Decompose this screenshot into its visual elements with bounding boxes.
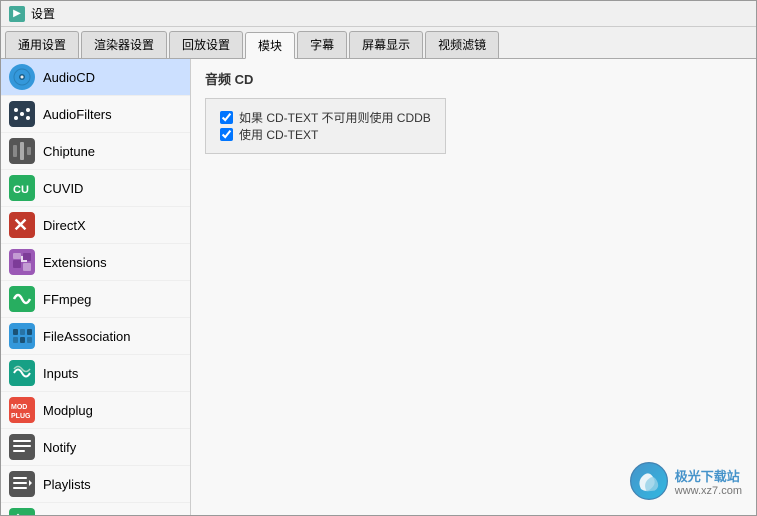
- watermark: 极光下载站 www.xz7.com: [629, 461, 742, 501]
- audiocd-icon: [9, 64, 35, 90]
- sidebar-item-fileassociation[interactable]: FileAssociation: [1, 318, 190, 355]
- sidebar-item-portaudio[interactable]: PortAudio: [1, 503, 190, 515]
- chiptune-icon: [9, 138, 35, 164]
- sidebar-label-ffmpeg: FFmpeg: [43, 292, 91, 307]
- checkbox-cdtext-label: 使用 CD-TEXT: [239, 126, 318, 143]
- sidebar-label-modplug: Modplug: [43, 403, 93, 418]
- directx-icon: ✕: [9, 212, 35, 238]
- sidebar-label-extensions: Extensions: [43, 255, 107, 270]
- modplug-icon: MOD PLUG: [9, 397, 35, 423]
- title-bar: ▶ 设置: [1, 1, 756, 27]
- sidebar-label-chiptune: Chiptune: [43, 144, 95, 159]
- fileassoc-icon: [9, 323, 35, 349]
- svg-text:✕: ✕: [13, 215, 28, 235]
- sidebar-label-directx: DirectX: [43, 218, 86, 233]
- checkbox-cddb[interactable]: [220, 111, 233, 124]
- tab-subtitle[interactable]: 字幕: [297, 31, 347, 58]
- window-title: 设置: [31, 5, 55, 22]
- title-icon: ▶: [9, 6, 25, 22]
- cuvid-icon: CU: [9, 175, 35, 201]
- settings-window: ▶ 设置 通用设置 渲染器设置 回放设置 模块 字幕 屏幕显示 视频滤镜: [0, 0, 757, 516]
- sidebar-item-audiofilters[interactable]: AudioFilters: [1, 96, 190, 133]
- watermark-text-area: 极光下载站 www.xz7.com: [675, 466, 742, 497]
- sidebar-item-cuvid[interactable]: CU CUVID: [1, 170, 190, 207]
- sidebar-label-notify: Notify: [43, 440, 76, 455]
- sidebar: AudioCD AudioFilters: [1, 59, 191, 515]
- content-area: AudioCD AudioFilters: [1, 59, 756, 515]
- ffmpeg-icon: [9, 286, 35, 312]
- inputs-icon: [9, 360, 35, 386]
- checkbox-cddb-label: 如果 CD-TEXT 不可用则使用 CDDB: [239, 109, 431, 126]
- tab-playback[interactable]: 回放设置: [169, 31, 243, 58]
- tabs-bar: 通用设置 渲染器设置 回放设置 模块 字幕 屏幕显示 视频滤镜: [1, 27, 756, 59]
- extensions-icon: [9, 249, 35, 275]
- watermark-logo-icon: [629, 461, 669, 501]
- svg-text:CU: CU: [13, 184, 29, 196]
- sidebar-label-inputs: Inputs: [43, 366, 78, 381]
- sidebar-item-ffmpeg[interactable]: FFmpeg: [1, 281, 190, 318]
- sidebar-item-audiocd[interactable]: AudioCD: [1, 59, 190, 96]
- checkbox-row-cdtext: 使用 CD-TEXT: [220, 126, 431, 143]
- audiofilters-icon: [9, 101, 35, 127]
- portaudio-icon: [9, 508, 35, 515]
- svg-text:PLUG: PLUG: [11, 413, 31, 420]
- sidebar-item-playlists[interactable]: Playlists: [1, 466, 190, 503]
- sidebar-label-fileassociation: FileAssociation: [43, 329, 130, 344]
- settings-group: 如果 CD-TEXT 不可用则使用 CDDB 使用 CD-TEXT: [205, 98, 446, 154]
- main-panel: 音频 CD 如果 CD-TEXT 不可用则使用 CDDB 使用 CD-TEXT: [191, 59, 756, 515]
- tab-renderer[interactable]: 渲染器设置: [81, 31, 167, 58]
- panel-title: 音频 CD: [205, 69, 742, 88]
- sidebar-label-cuvid: CUVID: [43, 181, 83, 196]
- sidebar-item-directx[interactable]: ✕ DirectX: [1, 207, 190, 244]
- sidebar-label-portaudio: PortAudio: [43, 514, 100, 516]
- sidebar-item-notify[interactable]: Notify: [1, 429, 190, 466]
- sidebar-label-audiofilters: AudioFilters: [43, 107, 112, 122]
- sidebar-label-audiocd: AudioCD: [43, 70, 95, 85]
- notify-icon: [9, 434, 35, 460]
- checkbox-row-cddb: 如果 CD-TEXT 不可用则使用 CDDB: [220, 109, 431, 126]
- tab-modules[interactable]: 模块: [245, 32, 295, 59]
- tab-osd[interactable]: 屏幕显示: [349, 31, 423, 58]
- sidebar-item-inputs[interactable]: Inputs: [1, 355, 190, 392]
- sidebar-item-modplug[interactable]: MOD PLUG Modplug: [1, 392, 190, 429]
- watermark-url: www.xz7.com: [675, 485, 742, 497]
- sidebar-label-playlists: Playlists: [43, 477, 91, 492]
- watermark-main-text: 极光下载站: [675, 466, 742, 485]
- sidebar-item-chiptune[interactable]: Chiptune: [1, 133, 190, 170]
- sidebar-item-extensions[interactable]: Extensions: [1, 244, 190, 281]
- tab-videofilter[interactable]: 视频滤镜: [425, 31, 499, 58]
- playlists-icon: [9, 471, 35, 497]
- svg-text:MOD: MOD: [11, 404, 27, 411]
- tab-general[interactable]: 通用设置: [5, 31, 79, 58]
- checkbox-cdtext[interactable]: [220, 128, 233, 141]
